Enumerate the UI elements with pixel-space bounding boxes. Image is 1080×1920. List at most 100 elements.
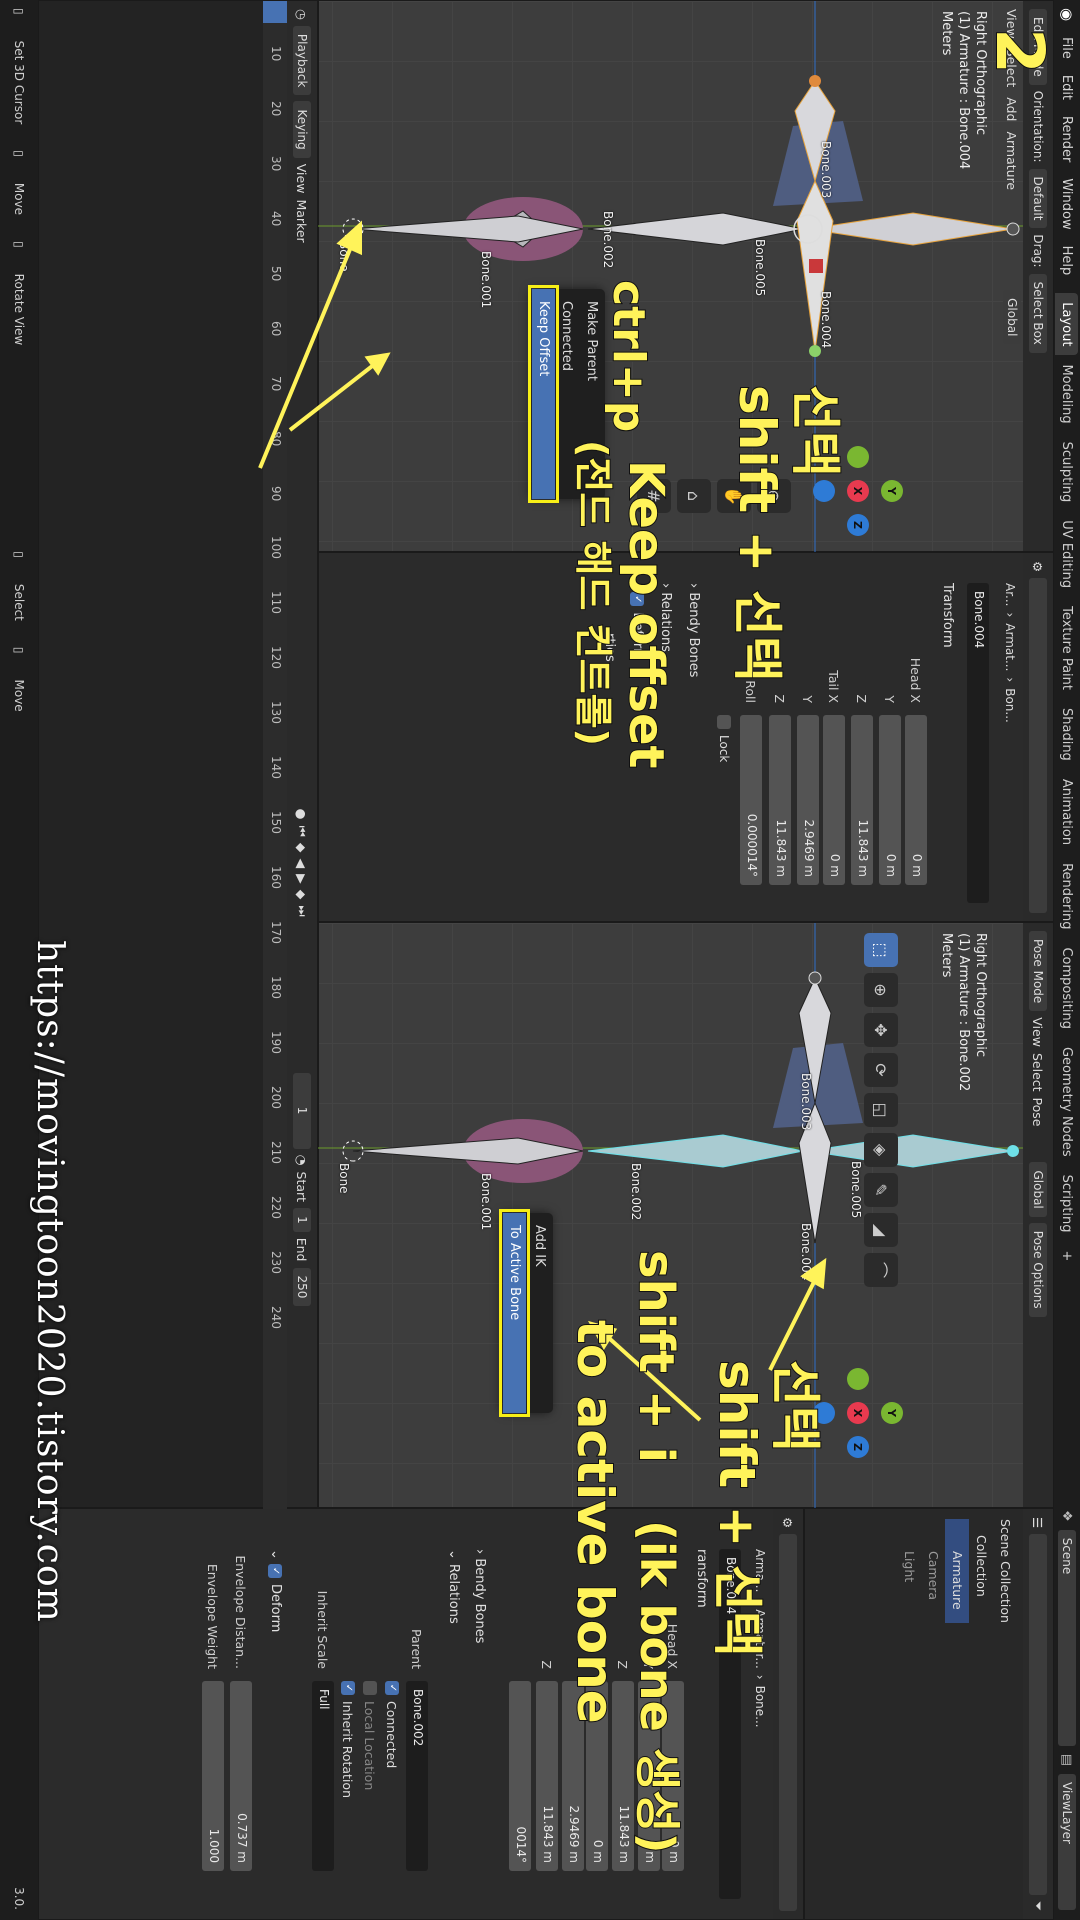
- right-connected-checkbox[interactable]: ✓: [385, 1681, 399, 1695]
- move-tool-icon[interactable]: ✥: [864, 1013, 898, 1047]
- outliner-scene-collection[interactable]: Scene Collection: [993, 1519, 1017, 1623]
- end-frame-field[interactable]: 250: [293, 1267, 311, 1307]
- record-icon[interactable]: ●: [295, 809, 310, 820]
- gizmo-neg-y-axis[interactable]: [847, 1368, 869, 1390]
- prev-key-icon[interactable]: ◆: [295, 843, 310, 853]
- jump-end-icon[interactable]: ⏭: [294, 905, 310, 916]
- outliner-collection[interactable]: Collection: [969, 1519, 993, 1623]
- playhead[interactable]: [263, 1, 287, 23]
- clock-icon[interactable]: ◔: [295, 1155, 310, 1166]
- right-transform-section[interactable]: ransform: [694, 1549, 709, 1608]
- pose-breakdown-icon[interactable]: ⌒: [864, 1253, 898, 1287]
- gizmo-z-axis[interactable]: Z: [847, 1436, 869, 1458]
- tab-uv-editing[interactable]: UV Editing: [1056, 511, 1079, 597]
- gizmo-z-axis[interactable]: Z: [847, 514, 869, 536]
- play-reverse-icon[interactable]: ◀: [295, 858, 310, 868]
- right-inherit-rotation-checkbox[interactable]: ✓: [341, 1681, 355, 1695]
- right-properties-editor: ⚙ Arma... › Armatur... › Bone... Bone.004 …: [38, 1508, 804, 1920]
- left-props-editor-icon[interactable]: ⚙: [1031, 561, 1046, 572]
- gizmo-neg-z-axis[interactable]: [813, 480, 835, 502]
- left-head-y-field[interactable]: 0 m: [879, 715, 901, 885]
- left-head-x-field[interactable]: 0 m: [905, 715, 927, 885]
- blender-logo-icon[interactable]: ◉: [1058, 8, 1076, 21]
- scene-selector[interactable]: Scene: [1058, 1529, 1076, 1746]
- outliner-camera[interactable]: Camera: [921, 1519, 945, 1623]
- right-deform-section[interactable]: ⌄ ✓Deform: [268, 1549, 283, 1632]
- menu-file[interactable]: File: [1060, 29, 1075, 67]
- right-bendy-bones-section[interactable]: › Bendy Bones: [472, 1549, 487, 1643]
- right-local-location-checkbox[interactable]: [363, 1681, 377, 1695]
- start-frame-field[interactable]: 1: [293, 1208, 311, 1232]
- right-tail-z-field[interactable]: 11.843 m: [536, 1681, 558, 1871]
- timeline-editor-icon[interactable]: ◷: [295, 9, 310, 20]
- tab-sculpting[interactable]: Sculpting: [1056, 433, 1079, 512]
- tab-rendering[interactable]: Rendering: [1056, 854, 1079, 938]
- right-props-search[interactable]: [779, 1534, 797, 1911]
- timeline-menu-playback[interactable]: Playback: [293, 25, 311, 96]
- tab-shading[interactable]: Shading: [1056, 699, 1079, 770]
- timeline-ruler[interactable]: 10 20 30 40 50 60 70 80 90 100 110 120 1…: [263, 1, 287, 1509]
- measure-tool-icon[interactable]: ◢: [864, 1213, 898, 1247]
- tab-geometry-nodes[interactable]: Geometry Nodes: [1056, 1038, 1079, 1166]
- gizmo-y-axis[interactable]: Y: [881, 480, 903, 502]
- tab-animation[interactable]: Animation: [1056, 770, 1079, 854]
- left-transform-section[interactable]: Transform: [940, 583, 955, 648]
- tab-compositing[interactable]: Compositing: [1056, 938, 1079, 1038]
- gizmo-x-axis[interactable]: X: [847, 480, 869, 502]
- transform-tool-icon[interactable]: ◈: [864, 1133, 898, 1167]
- left-lock-checkbox[interactable]: [717, 715, 731, 729]
- right-deform-checkbox[interactable]: ✓: [268, 1564, 283, 1579]
- right-roll-field[interactable]: 0014°: [509, 1681, 531, 1871]
- next-key-icon[interactable]: ◆: [295, 890, 310, 900]
- camera-icon[interactable]: ⌂: [677, 479, 711, 513]
- right-navigation-gizmo[interactable]: X Z Y: [813, 1368, 903, 1458]
- left-tail-y-field[interactable]: 2.9469 m: [797, 715, 819, 885]
- current-frame-field[interactable]: 1: [293, 1072, 311, 1149]
- left-3d-viewport[interactable]: Edit Mode Orientation: Default Drag: Sel…: [317, 0, 1054, 553]
- left-tail-z-field[interactable]: 11.843 m: [769, 715, 791, 885]
- menu-render[interactable]: Render: [1060, 108, 1075, 170]
- tab-scripting[interactable]: Scripting: [1056, 1166, 1079, 1242]
- timeline-menu-marker[interactable]: Marker: [295, 199, 310, 242]
- menu-edit[interactable]: Edit: [1060, 67, 1075, 108]
- scale-tool-icon[interactable]: ◱: [864, 1093, 898, 1127]
- gizmo-x-axis[interactable]: X: [847, 1402, 869, 1424]
- right-3d-viewport[interactable]: Pose Mode View Select Pose Global Pose O…: [317, 922, 1054, 1509]
- add-workspace-button[interactable]: +: [1056, 1241, 1079, 1270]
- viewlayer-selector[interactable]: ViewLayer: [1058, 1774, 1076, 1910]
- gizmo-neg-y-axis[interactable]: [847, 446, 869, 468]
- outliner-search[interactable]: [1029, 1534, 1047, 1895]
- left-bone-name-field[interactable]: Bone.004: [967, 583, 989, 903]
- add-ik-to-active-bone[interactable]: To Active Bone: [502, 1178, 527, 1448]
- tab-texture-paint[interactable]: Texture Paint: [1056, 597, 1079, 699]
- jump-start-icon[interactable]: ⏮: [294, 826, 310, 837]
- outliner-armature[interactable]: Armature: [945, 1519, 969, 1623]
- left-roll-field[interactable]: 0.000014°: [740, 715, 762, 885]
- annotate-tool-icon[interactable]: ✎: [864, 1173, 898, 1207]
- right-inherit-scale-dropdown[interactable]: Full: [312, 1681, 334, 1871]
- left-head-z-field[interactable]: 11.843 m: [851, 715, 873, 885]
- left-tail-x-field[interactable]: 0 m: [823, 715, 845, 885]
- rotate-tool-icon[interactable]: ⟳: [864, 1053, 898, 1087]
- menu-help[interactable]: Help: [1060, 238, 1075, 284]
- left-bendy-bones-section[interactable]: › Bendy Bones: [686, 583, 701, 677]
- right-parent-field[interactable]: Bone.002: [406, 1681, 428, 1871]
- tab-modeling[interactable]: Modeling: [1056, 355, 1079, 432]
- tab-layout[interactable]: Layout: [1055, 293, 1079, 356]
- cursor-tool-icon[interactable]: ⊕: [864, 973, 898, 1007]
- right-props-editor-icon[interactable]: ⚙: [781, 1517, 796, 1528]
- outliner-light[interactable]: Light: [897, 1519, 921, 1623]
- menu-window[interactable]: Window: [1060, 170, 1075, 237]
- right-relations-section[interactable]: ⌄ Relations: [446, 1549, 461, 1624]
- play-icon[interactable]: ▶: [295, 874, 310, 884]
- gizmo-y-axis[interactable]: Y: [881, 1402, 903, 1424]
- right-env-weight-field[interactable]: 1.000: [202, 1681, 224, 1871]
- make-parent-keep-offset[interactable]: Keep Offset: [531, 252, 556, 536]
- filter-icon[interactable]: ⏷: [1030, 1901, 1046, 1911]
- left-props-search[interactable]: [1029, 578, 1047, 913]
- select-tool-icon[interactable]: ⬚: [864, 933, 898, 967]
- outliner-editor-icon[interactable]: ☰: [1031, 1517, 1046, 1528]
- timeline-menu-keying[interactable]: Keying: [293, 101, 311, 158]
- right-env-dist-field[interactable]: 0.737 m: [230, 1681, 252, 1871]
- timeline-menu-view[interactable]: View: [295, 164, 310, 194]
